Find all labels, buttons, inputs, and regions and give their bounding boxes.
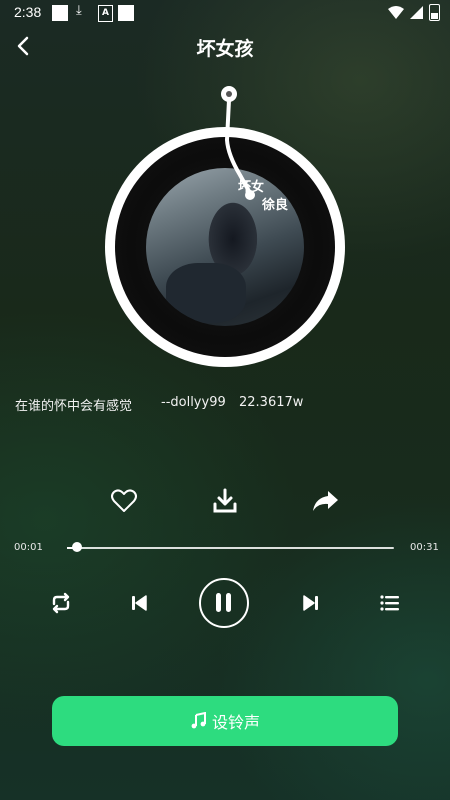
- play-count: 22.3617w: [239, 395, 304, 410]
- repeat-button[interactable]: [48, 590, 74, 616]
- next-button[interactable]: [298, 590, 324, 616]
- current-time: 00:01: [14, 542, 43, 553]
- like-button[interactable]: [109, 486, 139, 516]
- signal-icon: [410, 6, 423, 19]
- playlist-button[interactable]: [377, 590, 403, 616]
- share-icon: [313, 491, 338, 511]
- music-note-icon: [191, 712, 206, 729]
- pause-button[interactable]: [199, 578, 249, 628]
- previous-icon: [132, 595, 147, 611]
- status-time: 2:38: [14, 4, 42, 20]
- playlist-icon: [380, 595, 399, 611]
- notification-icon: [118, 5, 134, 21]
- status-icons: [388, 4, 440, 21]
- repeat-icon: [52, 592, 70, 614]
- set-ringtone-label: 设铃声: [211, 713, 260, 732]
- status-bar: 2:38 ⤓ A: [0, 0, 450, 26]
- tonearm: [221, 86, 255, 200]
- song-lyric: 在谁的怀中会有感觉: [15, 399, 133, 414]
- battery-icon: [429, 4, 440, 21]
- download-icon: [213, 488, 237, 513]
- page-title: 坏女孩: [196, 38, 254, 60]
- total-time: 00:31: [410, 542, 439, 553]
- heart-icon: [111, 489, 137, 512]
- wifi-icon: [388, 6, 404, 19]
- download-status-icon: ⤓: [76, 3, 82, 18]
- download-button[interactable]: [210, 486, 240, 516]
- set-ringtone-button[interactable]: 设铃声: [52, 696, 398, 746]
- pause-icon: [216, 593, 231, 612]
- progress-track[interactable]: [67, 547, 394, 549]
- progress-thumb[interactable]: [72, 542, 82, 552]
- song-author[interactable]: --dollyy99: [161, 395, 226, 414]
- cover-figure: [166, 263, 246, 323]
- song-info: 在谁的怀中会有感觉 --dollyy99 22.3617w: [15, 395, 303, 414]
- app-notification-icon: A: [98, 5, 113, 22]
- notification-icon: [52, 5, 68, 21]
- share-button[interactable]: [310, 486, 340, 516]
- previous-button[interactable]: [126, 590, 152, 616]
- next-icon: [303, 595, 318, 611]
